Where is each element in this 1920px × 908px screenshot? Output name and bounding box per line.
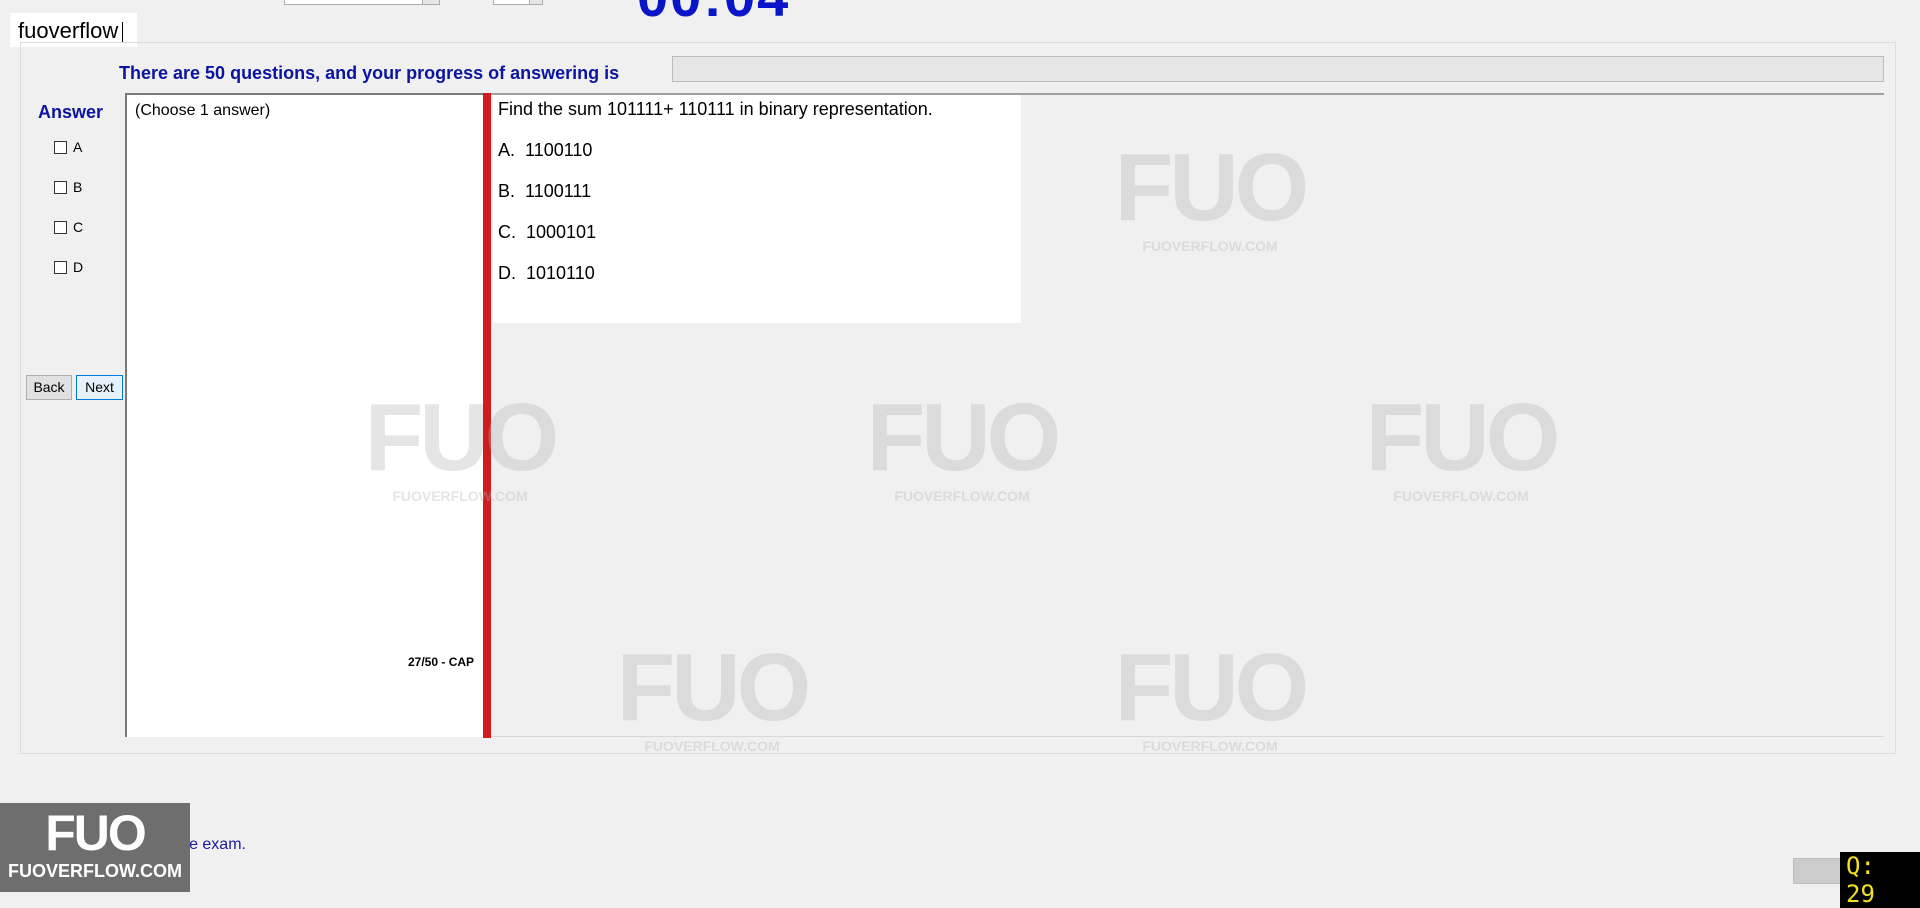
question-text: Find the sum 101111+ 110111 in binary re… <box>498 99 933 119</box>
panel-splitter[interactable] <box>483 93 491 738</box>
answer-panel <box>125 93 485 737</box>
dropdown-arrow-icon[interactable] <box>422 0 439 4</box>
checkbox[interactable] <box>54 180 67 194</box>
answer-option-b[interactable]: B <box>54 179 82 195</box>
option-value: 1000101 <box>526 222 597 242</box>
timer: 00:04 <box>637 0 790 29</box>
font-size-spinner[interactable] <box>493 0 543 5</box>
answer-option-c[interactable]: C <box>54 219 83 235</box>
option-value: 1010110 <box>526 263 595 283</box>
checkbox[interactable] <box>54 220 67 234</box>
checkbox[interactable] <box>54 140 67 154</box>
option-value: 1100110 <box>525 140 593 160</box>
question-number-badge: Q: 29 <box>1840 852 1920 908</box>
question-counter: 27/50 - CAP <box>408 655 475 669</box>
answer-option-label: D <box>73 259 84 275</box>
checkbox[interactable] <box>54 260 67 274</box>
option-value: 1100111 <box>525 181 592 201</box>
logo-text: FUOVERFLOW.COM <box>8 861 182 881</box>
brand-text: fuoverflow <box>18 18 119 43</box>
fuoverflow-logo: FUO FUOVERFLOW.COM <box>0 803 190 892</box>
text-caret <box>122 22 124 43</box>
answer-option-label: B <box>73 179 83 195</box>
answer-option-d[interactable]: D <box>54 259 83 275</box>
option-key: C. <box>498 222 516 242</box>
spinner-arrow-icon[interactable] <box>529 0 542 4</box>
exam-code-input[interactable] <box>284 0 440 5</box>
answer-option-a[interactable]: A <box>54 139 82 155</box>
option-key: A. <box>498 140 516 160</box>
question-option-a: A. 1100110 <box>498 140 592 161</box>
option-key: B. <box>498 181 516 201</box>
question-option-c: C. 1000101 <box>498 222 596 243</box>
answer-title: Answer <box>38 102 104 122</box>
question-option-d: D. 1010110 <box>498 263 595 284</box>
next-button[interactable]: Next <box>76 375 123 400</box>
progress-bar <box>672 56 1884 82</box>
question-box <box>493 95 1021 323</box>
answer-option-label: A <box>73 139 83 155</box>
option-key: D. <box>498 263 516 283</box>
logo-mark: FUO <box>45 805 147 861</box>
progress-text: There are 50 questions, and your progres… <box>119 63 620 83</box>
back-button[interactable]: Back <box>26 375 72 400</box>
answer-option-label: C <box>73 219 84 235</box>
question-option-b: B. 1100111 <box>498 181 591 202</box>
choose-instruction: (Choose 1 answer) <box>135 102 271 119</box>
